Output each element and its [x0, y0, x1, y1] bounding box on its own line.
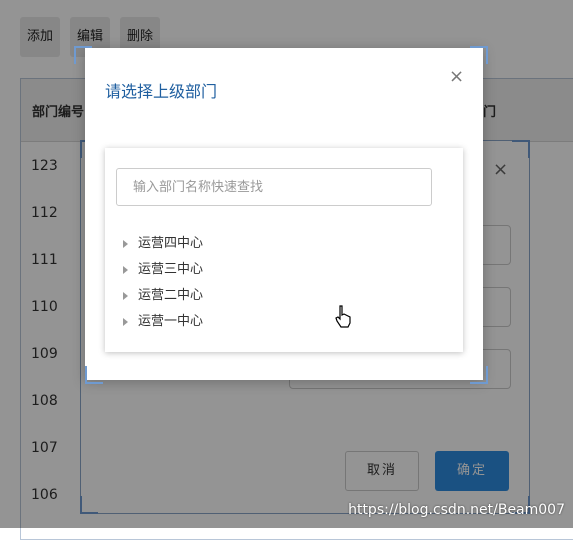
- tree-node-label: 运营四中心: [138, 236, 204, 251]
- corner-marker: [470, 46, 488, 64]
- tree-node-label: 运营二中心: [138, 288, 204, 303]
- caret-right-icon[interactable]: [123, 317, 128, 326]
- tree-node[interactable]: 运营一中心: [123, 310, 203, 329]
- close-icon[interactable]: ×: [449, 66, 464, 87]
- dialog-title: 请选择上级部门: [105, 82, 218, 101]
- corner-marker: [74, 46, 92, 64]
- caret-right-icon[interactable]: [123, 265, 128, 274]
- tree-node[interactable]: 运营三中心: [123, 258, 203, 277]
- dept-search-input[interactable]: 输入部门名称快速查找: [116, 168, 432, 206]
- caret-right-icon[interactable]: [123, 239, 128, 248]
- tree-node-label: 运营一中心: [138, 314, 204, 329]
- corner-marker: [85, 366, 103, 384]
- tree-node[interactable]: 运营四中心: [123, 232, 203, 251]
- hand-cursor-icon: [335, 305, 351, 328]
- corner-marker: [470, 366, 488, 384]
- tree-node-label: 运营三中心: [138, 262, 204, 277]
- dept-tree-panel: 输入部门名称快速查找 运营四中心 运营三中心 运营二中心 运营一中心: [105, 148, 463, 352]
- caret-right-icon[interactable]: [123, 291, 128, 300]
- tree-node[interactable]: 运营二中心: [123, 284, 203, 303]
- watermark: https://blog.csdn.net/Beam007: [348, 502, 565, 518]
- select-parent-dept-dialog: 请选择上级部门 × 输入部门名称快速查找 运营四中心 运营三中心 运营二中心 运…: [85, 48, 483, 380]
